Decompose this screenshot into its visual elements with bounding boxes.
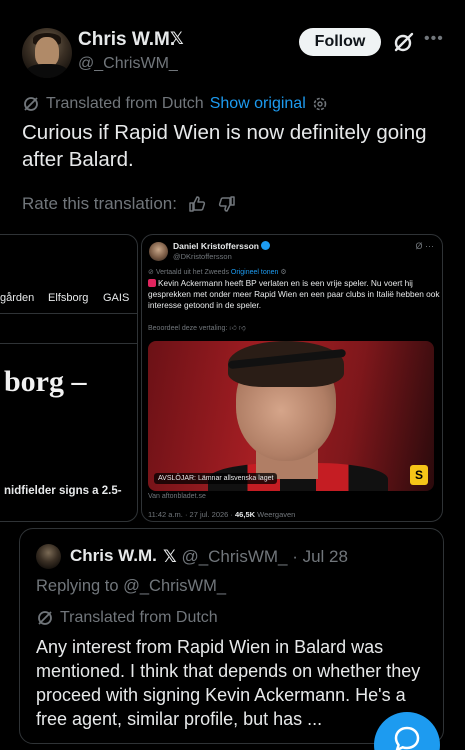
photo-caption: AVSLÖJAR: Lämnar allsvenska laget: [154, 473, 278, 484]
verified-badge-icon: [260, 241, 270, 250]
translation-row: Translated from Dutch Show original: [22, 95, 328, 113]
x-verified-icon: 𝕏: [163, 547, 177, 566]
sportbladet-logo-icon: S: [410, 465, 428, 485]
reply-card[interactable]: Chris W.M. 𝕏 @_ChrisWM_ · Jul 28 Replyin…: [19, 528, 444, 744]
thumbs-up-icon[interactable]: [187, 194, 207, 214]
link-source: Van aftonbladet.se: [148, 493, 206, 500]
embedded-rate-row: Beoordeel deze vertaling: 👍︎ 👎︎: [148, 325, 246, 332]
author-avatar[interactable]: [22, 28, 72, 78]
siren-icon: [148, 279, 156, 287]
reply-handle-date: 𝕏 @_ChrisWM_ · Jul 28: [163, 547, 348, 566]
player-photo: AVSLÖJAR: Lämnar allsvenska laget S: [148, 341, 434, 491]
x-verified-icon: 𝕏: [170, 29, 184, 48]
translated-label: Translated from Dutch: [46, 95, 204, 112]
grok-icon[interactable]: [392, 30, 416, 54]
embedded-translation-row: ⊘ Vertaald uit het Zweeds Origineel tone…: [148, 269, 287, 276]
embedded-menu-icon: Ø ···: [415, 241, 435, 251]
show-original-link[interactable]: Show original: [210, 95, 306, 113]
translate-icon: [24, 97, 38, 111]
more-options-icon[interactable]: •••: [424, 30, 444, 48]
tab-label[interactable]: Elfsborg: [48, 292, 88, 304]
compose-reply-icon: [394, 726, 420, 750]
tweet-text: Curious if Rapid Wien is now definitely …: [22, 121, 427, 171]
follow-button[interactable]: Follow: [299, 28, 381, 56]
reply-author-name[interactable]: Chris W.M.: [70, 546, 157, 566]
media-card-left[interactable]: gården Elfsborg GAIS borg – nidfielder s…: [0, 234, 138, 522]
embedded-avatar: [149, 242, 168, 261]
article-headline: borg –: [4, 365, 87, 398]
reply-avatar[interactable]: [36, 544, 61, 569]
reply-text: Any interest from Rapid Wien in Balard w…: [36, 637, 421, 729]
replying-to: Replying to @_ChrisWM_: [36, 577, 227, 595]
embedded-tweet-text: Kevin Ackermann heeft BP verlaten en is …: [148, 278, 440, 310]
author-handle[interactable]: @_ChrisWM_: [78, 55, 178, 73]
article-subline: nidfielder signs a 2.5-: [4, 485, 122, 497]
thumbs-down-icon[interactable]: [217, 194, 237, 214]
rate-label: Rate this translation:: [22, 194, 177, 213]
top-cut-text: [40, 0, 150, 6]
divider: [0, 343, 137, 344]
tab-label[interactable]: gården: [0, 292, 34, 304]
embedded-author-handle: @DKristoffersson: [173, 252, 232, 261]
embedded-author-name: Daniel Kristoffersson: [173, 241, 270, 251]
author-name[interactable]: Chris W.M.: [78, 29, 175, 51]
gear-icon[interactable]: [312, 96, 328, 112]
media-card-right[interactable]: Daniel Kristoffersson @DKristoffersson Ø…: [141, 234, 443, 522]
translate-icon: [38, 611, 52, 625]
tab-label[interactable]: GAIS: [103, 292, 129, 304]
divider: [0, 313, 137, 314]
embedded-timestamp: 11:42 a.m. · 27 jul. 2026 · 46,5K Weerga…: [148, 510, 296, 519]
rate-translation-row: Rate this translation:: [22, 194, 237, 214]
reply-translation-row: Translated from Dutch: [36, 609, 218, 627]
